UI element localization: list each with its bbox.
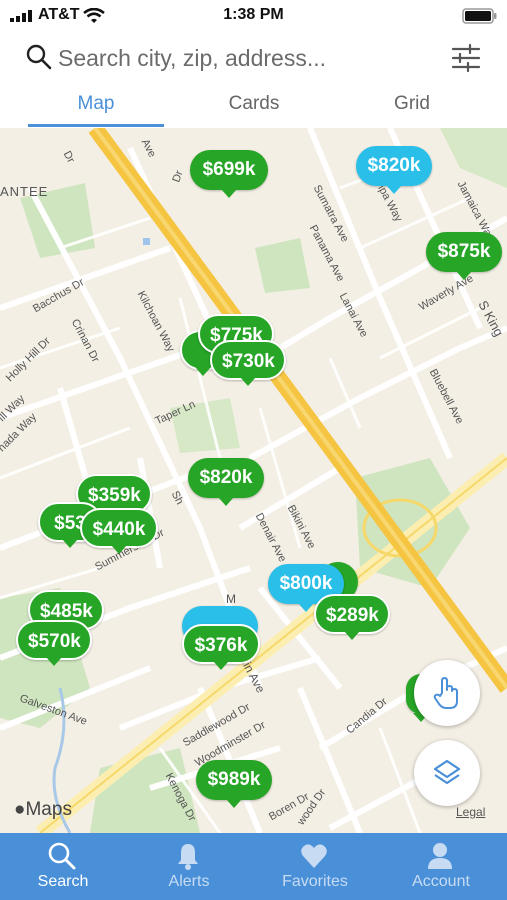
apple-logo-icon: ● xyxy=(14,799,26,820)
draw-search-button[interactable] xyxy=(414,660,480,726)
nav-account[interactable]: Account xyxy=(378,833,504,900)
tab-map[interactable]: Map xyxy=(16,93,176,115)
search-icon xyxy=(26,44,52,70)
bell-icon xyxy=(178,844,198,870)
listing-price-pin[interactable]: $699k xyxy=(190,150,268,198)
listing-price-pin[interactable]: $875k xyxy=(426,232,502,280)
view-tabs: Map Cards Grid xyxy=(0,84,507,129)
nav-label: Alerts xyxy=(168,873,210,890)
hand-pointer-icon xyxy=(433,677,458,709)
search-input[interactable] xyxy=(58,42,398,74)
nav-favorites[interactable]: Favorites xyxy=(252,833,378,900)
maps-attribution: ●Maps xyxy=(14,799,72,821)
maps-attribution-text: Maps xyxy=(25,799,72,820)
listing-price-pin[interactable]: $820k xyxy=(356,146,432,194)
legal-link[interactable]: Legal xyxy=(456,805,485,819)
person-icon xyxy=(428,843,452,869)
bottom-nav: Search Alerts Favorites Account xyxy=(0,833,507,900)
nav-label: Search xyxy=(37,873,89,890)
status-bar: AT&T 1:38 PM xyxy=(0,0,507,34)
tab-grid[interactable]: Grid xyxy=(332,93,492,115)
listing-price-pin[interactable]: $989k xyxy=(196,760,272,808)
nav-label: Favorites xyxy=(282,873,348,890)
nav-label: Account xyxy=(412,873,470,890)
listing-price-pin[interactable]: $570k xyxy=(16,620,92,666)
nav-search[interactable]: Search xyxy=(0,833,126,900)
filter-sliders-icon[interactable] xyxy=(450,42,482,74)
listing-price-pin[interactable]: $730k xyxy=(210,340,286,386)
street-label: M xyxy=(226,592,236,606)
street-label: ANTEE xyxy=(0,184,49,199)
active-tab-indicator xyxy=(28,124,164,127)
listing-price-pin[interactable]: $376k xyxy=(182,624,260,670)
nav-alerts[interactable]: Alerts xyxy=(126,833,252,900)
heart-icon xyxy=(301,844,327,868)
map-view[interactable]: Dr Dr Ave Sumatra Ave Tampa Way Jamaica … xyxy=(0,128,507,833)
listing-price-pin[interactable]: $289k xyxy=(314,594,390,640)
listing-price-pin[interactable]: $440k xyxy=(80,508,158,554)
clock: 1:38 PM xyxy=(223,6,284,23)
search-bar xyxy=(0,34,507,84)
layers-icon xyxy=(433,759,461,785)
tab-cards[interactable]: Cards xyxy=(174,93,334,115)
map-layers-button[interactable] xyxy=(414,740,480,806)
listing-price-pin[interactable]: $820k xyxy=(188,458,264,506)
battery-icon xyxy=(462,8,497,24)
search-icon xyxy=(48,842,76,870)
